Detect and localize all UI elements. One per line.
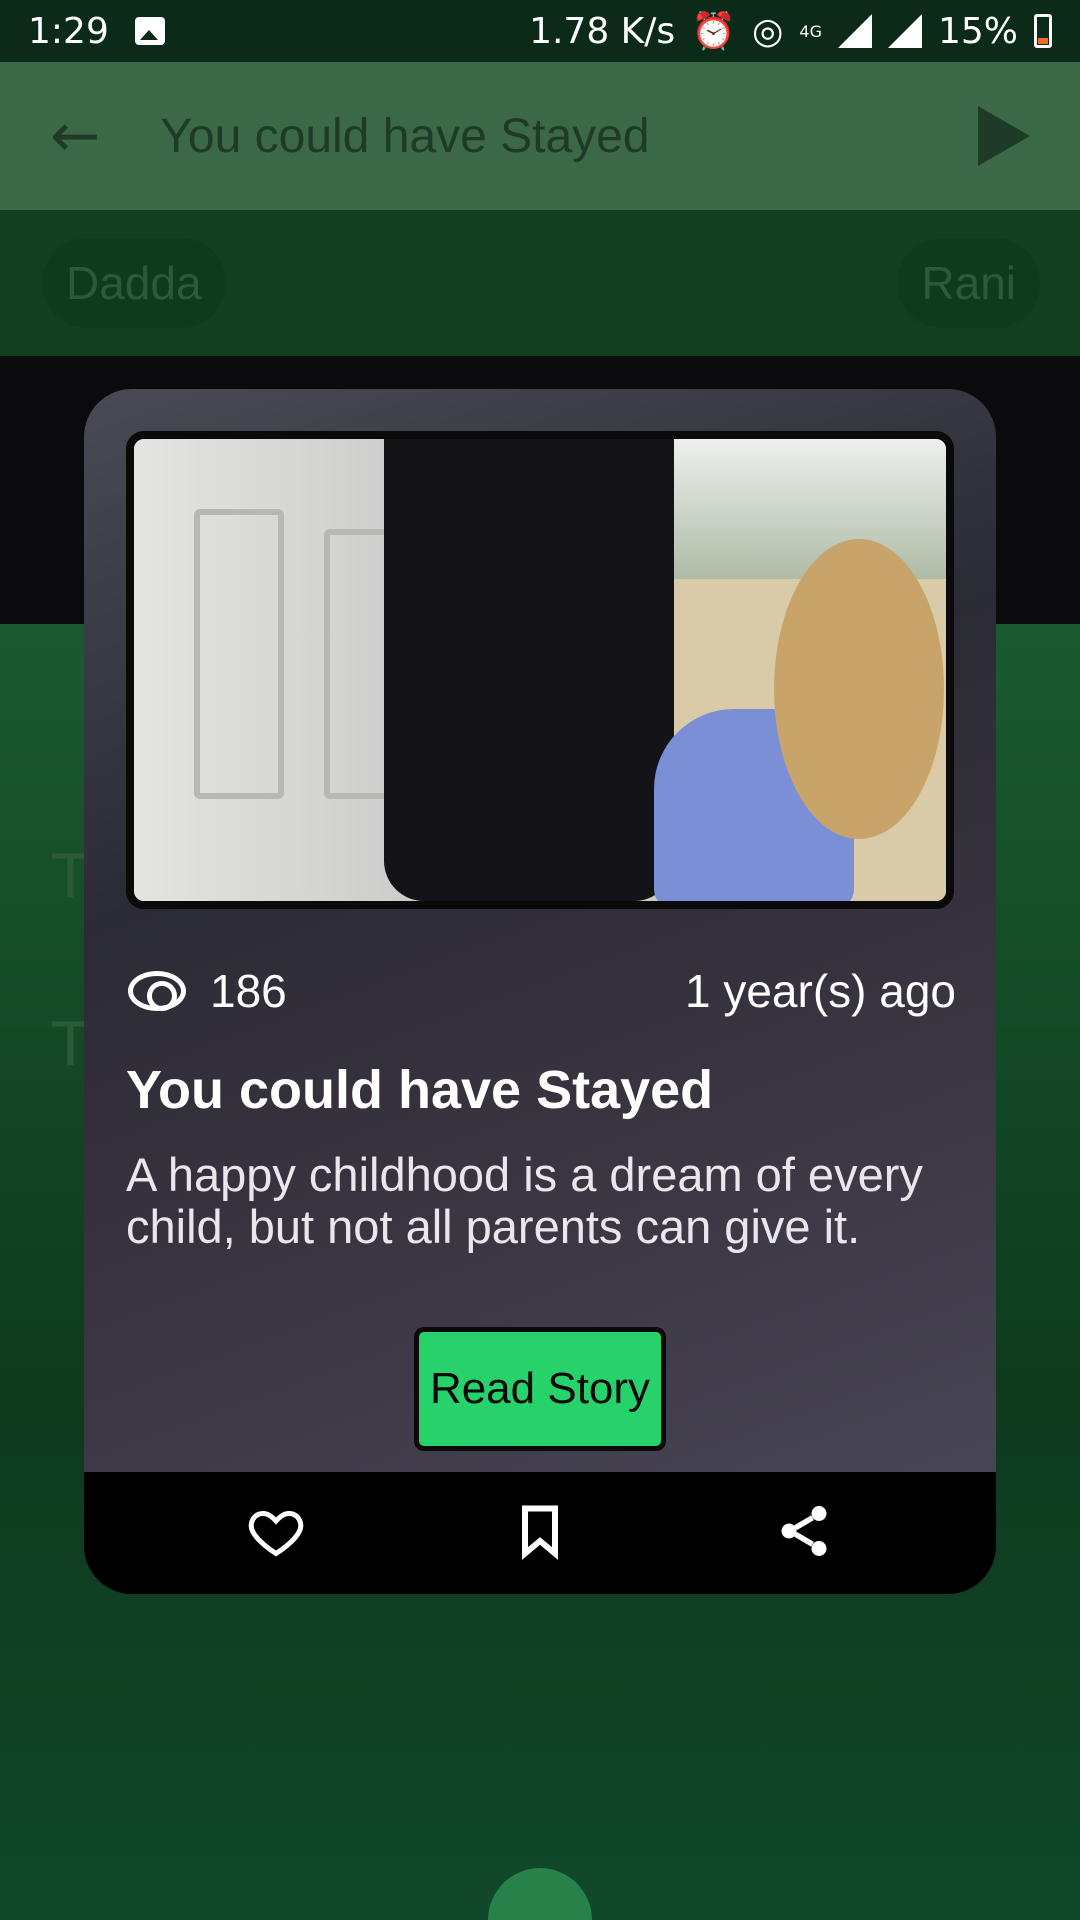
bookmark-icon[interactable] [510,1501,570,1565]
play-icon[interactable] [978,106,1030,166]
arrow-left-icon[interactable]: ← [50,101,100,171]
app-bar-title: You could have Stayed [160,109,650,163]
read-story-button[interactable]: Read Story [414,1327,666,1451]
signal-icon [837,14,872,48]
signal-icon-2 [887,14,922,48]
card-action-bar [84,1472,996,1594]
net-speed: 1.78 K/s [529,10,676,52]
eye-icon [128,971,186,1011]
status-time: 1:29 [28,10,109,52]
time-ago: 1 year(s) ago [684,965,956,1017]
network-type: 4G [799,21,822,41]
story-card: 186 1 year(s) ago You could have Stayed … [84,389,996,1594]
character-chips-row: Dadda Rani [0,210,1080,356]
chip-dadda[interactable]: Dadda [42,238,226,328]
story-image [126,431,954,909]
story-description: A happy childhood is a dream of every ch… [126,1148,923,1253]
heart-icon[interactable] [246,1501,306,1565]
view-count: 186 [210,965,287,1017]
story-title: You could have Stayed [126,1060,714,1120]
status-bar: 1:29 1.78 K/s ⏰ ◎ 4G 15% [0,0,1080,62]
app-bar: ← You could have Stayed [0,62,1080,210]
share-icon[interactable] [774,1501,834,1565]
battery-icon [1034,14,1052,48]
image-notification-icon [134,17,165,45]
battery-percent: 15% [937,10,1018,52]
story-meta: 186 1 year(s) ago [128,964,956,1018]
chip-rani[interactable]: Rani [897,238,1040,328]
alarm-icon: ⏰ [691,11,736,52]
hotspot-icon: ◎ [751,10,784,52]
